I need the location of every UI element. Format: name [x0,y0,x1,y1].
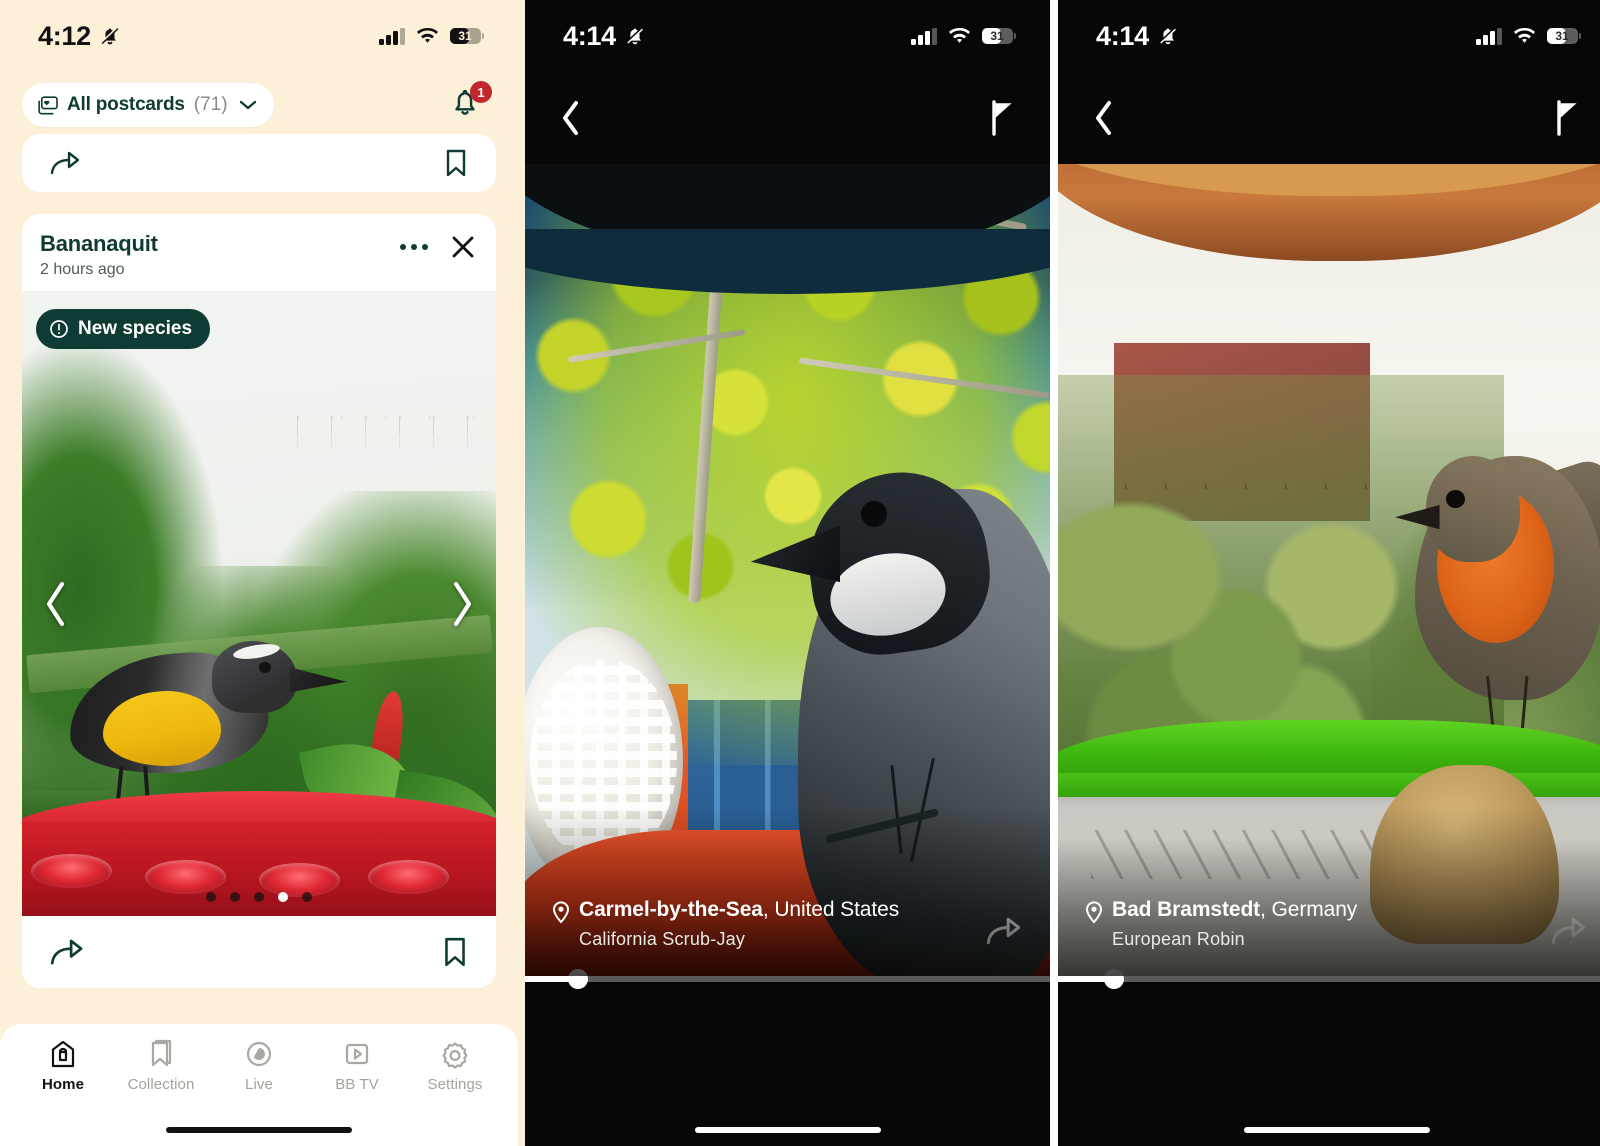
wifi-icon [416,27,439,45]
phone-screen-postcard-detail-robin: 4:14 31 Bad Bramstedt, Germany European … [1058,0,1600,1146]
battery-level: 31 [458,29,472,43]
phone-screen-postcard-detail-scrubjay: 4:14 31 Carmel-by-the-Sea, United States… [525,0,1050,1146]
carousel-next-button[interactable] [450,578,476,630]
chevron-down-icon [239,99,257,111]
flag-icon[interactable] [990,100,1016,136]
tab-label: Settings [427,1076,483,1093]
back-button[interactable] [559,99,583,137]
postcard-media-scrubjay[interactable]: Carmel-by-the-Sea, United States Califor… [525,164,1050,976]
feed-toolbar: All postcards (71) 1 [0,72,518,138]
tab-label: Live [245,1076,273,1093]
home-indicator [694,1127,881,1133]
share-icon[interactable] [50,149,86,177]
video-scrubber[interactable] [525,969,1050,989]
tab-settings[interactable]: Settings [406,1038,504,1093]
tab-label: Home [41,1076,85,1093]
flag-icon[interactable] [1555,100,1581,136]
bookmark-icon [146,1038,176,1070]
wifi-icon [1513,27,1536,45]
bell-slash-icon [1157,25,1179,47]
back-button[interactable] [1092,99,1116,137]
wifi-icon [948,27,971,45]
bottom-tab-bar: Home Collection Live BB TV Settings [0,1024,518,1146]
carousel-dot[interactable] [230,892,240,902]
close-icon[interactable] [450,234,476,260]
notifications-button[interactable]: 1 [448,81,492,125]
battery-icon: 31 [449,28,484,44]
postcard-header: Bananaquit 2 hours ago [22,214,496,291]
battery-level: 31 [1555,29,1569,43]
home-indicator [166,1127,352,1133]
caption-city: Bad Bramstedt [1112,898,1261,921]
bookmark-icon[interactable] [442,936,468,968]
tab-bb-tv[interactable]: BB TV [308,1038,406,1093]
postcard-title: Bananaquit [40,231,158,256]
carousel-page-dots[interactable] [22,892,496,902]
caption-species: European Robin [1112,929,1245,949]
tab-live[interactable]: Live [210,1038,308,1093]
postcards-filter-dropdown[interactable]: All postcards (71) [22,83,274,127]
new-species-badge-label: New species [78,318,193,339]
location-pin-icon [1084,900,1104,924]
media-caption: Carmel-by-the-Sea, United States Califor… [525,898,1050,976]
gear-icon [439,1038,471,1070]
caption-city: Carmel-by-the-Sea [579,898,763,921]
detail-nav-bar [525,72,1050,164]
carousel-dot[interactable] [254,892,264,902]
postcard-actions [22,916,496,988]
status-bar: 4:12 31 [0,0,518,72]
tab-label: BB TV [335,1076,379,1093]
carousel-dot[interactable] [206,892,216,902]
battery-level: 31 [990,29,1004,43]
bookmark-icon[interactable] [444,148,468,178]
bell-slash-icon [99,25,121,47]
status-time: 4:12 [38,20,91,51]
battery-icon: 31 [1546,28,1581,44]
battery-icon: 31 [981,28,1016,44]
photo-bananaquit [22,291,496,916]
location-pin-icon [551,900,571,924]
live-icon [243,1038,275,1070]
more-horizontal-icon[interactable] [400,244,428,250]
status-time: 4:14 [1096,20,1149,51]
cellular-signal-icon [379,27,405,45]
cellular-signal-icon [911,27,937,45]
status-time: 4:14 [563,20,616,51]
postcard-photo-carousel[interactable]: New species [22,291,496,916]
notification-badge: 1 [470,81,492,103]
tab-collection[interactable]: Collection [112,1038,210,1093]
phone-screen-home-feed: 4:12 31 All postcards (71) 1 Bananaquit … [0,0,518,1146]
filter-label: All postcards [67,94,185,115]
postcards-icon [37,95,58,115]
share-icon[interactable] [50,936,90,968]
status-bar: 4:14 31 [525,0,1050,72]
previous-postcard-card-peek[interactable] [22,134,496,192]
play-rect-icon [341,1038,373,1070]
new-species-badge: New species [36,309,211,349]
status-bar: 4:14 31 [1058,0,1600,72]
panel-divider-left [518,0,525,1146]
postcard-media-robin[interactable]: Bad Bramstedt, Germany European Robin [1058,164,1600,976]
detail-nav-bar [1058,72,1600,164]
tab-label: Collection [127,1076,195,1093]
exclamation-circle-icon [49,319,69,339]
bell-slash-icon [624,25,646,47]
media-caption: Bad Bramstedt, Germany European Robin [1058,898,1600,976]
cellular-signal-icon [1476,27,1502,45]
filter-count: (71) [193,94,228,115]
caption-country: , United States [762,898,900,921]
postcard-card: Bananaquit 2 hours ago New species [22,214,496,988]
panel-divider-right [1050,0,1058,1146]
postcard-timestamp: 2 hours ago [40,261,125,278]
video-scrubber[interactable] [1058,969,1600,989]
carousel-dot[interactable] [278,892,288,902]
carousel-prev-button[interactable] [42,578,68,630]
carousel-dot[interactable] [302,892,312,902]
caption-species: California Scrub-Jay [579,929,746,949]
caption-country: , Germany [1260,898,1358,921]
tab-home[interactable]: Home [14,1038,112,1093]
home-icon [47,1038,79,1070]
screenshot-stage: 4:12 31 All postcards (71) 1 Bananaquit … [0,0,1600,1146]
home-indicator [1243,1127,1430,1133]
